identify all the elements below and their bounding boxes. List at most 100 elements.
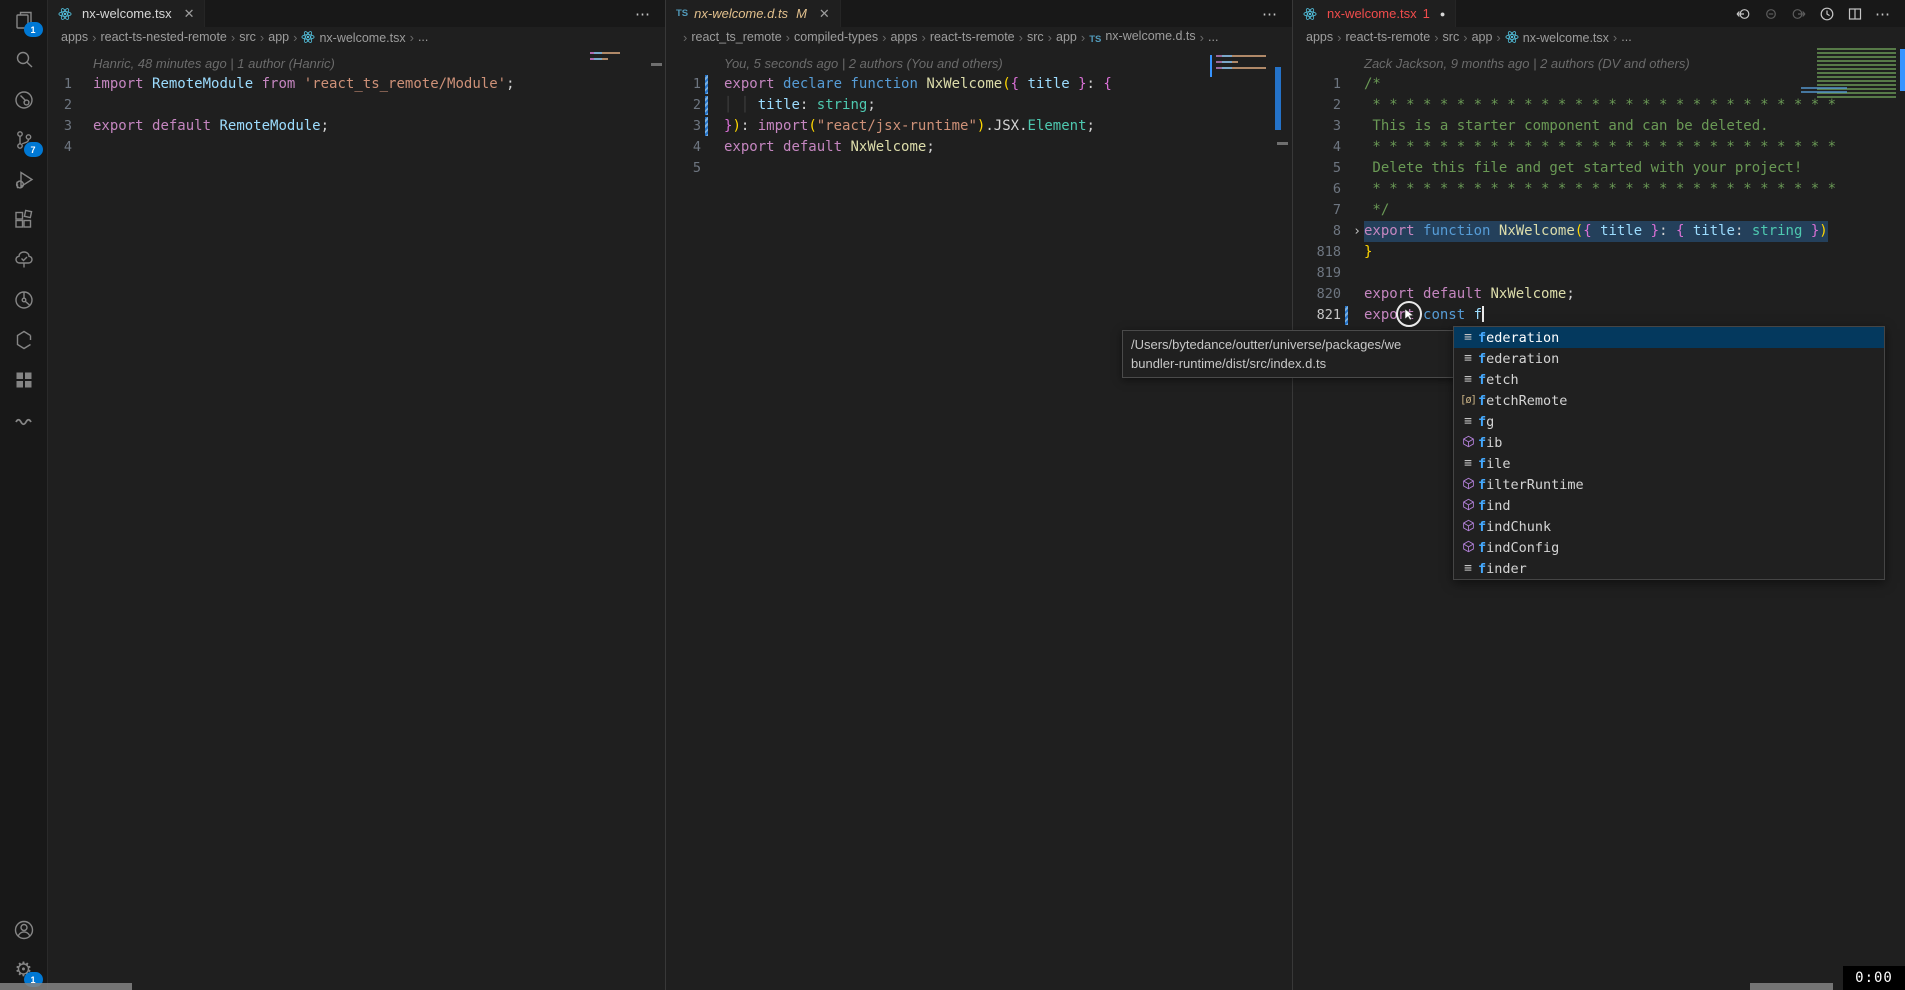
editor[interactable]: Hanric, 48 minutes ago | 1 author (Hanri… (48, 47, 665, 990)
breadcrumb-item[interactable]: apps (1306, 30, 1333, 44)
close-icon[interactable]: ✕ (819, 6, 830, 22)
code-text: This is a starter component and can be d… (1364, 116, 1769, 137)
line-number: 5 (1293, 158, 1341, 179)
breadcrumb-item[interactable]: ... (1208, 30, 1218, 44)
breadcrumb-item[interactable]: nx-welcome.tsx (301, 30, 405, 45)
breadcrumb-separator: › (260, 30, 264, 45)
scrubber-fragment (1750, 983, 1833, 990)
editor[interactable]: You, 5 seconds ago | 2 authors (You and … (666, 47, 1292, 990)
suggest-item[interactable]: fib (1454, 432, 1884, 453)
line-number: 2 (48, 95, 72, 116)
line-number: 2 (1293, 95, 1341, 116)
dirty-dot-icon[interactable]: ● (1440, 9, 1445, 19)
breadcrumb-separator: › (1434, 30, 1438, 45)
breadcrumb-separator: › (683, 30, 687, 45)
squiggle-icon[interactable] (0, 400, 48, 440)
tab-nx-welcome-tsx[interactable]: nx-welcome.tsx ✕ (48, 0, 205, 27)
editor-group-left: nx-welcome.tsx ✕ ⋯ apps › react-ts-nested-… (48, 0, 665, 990)
nav-forward-icon[interactable] (1791, 6, 1807, 22)
explorer-icon[interactable]: 1 (0, 0, 48, 40)
breadcrumb-item[interactable]: app (268, 30, 289, 44)
breadcrumb-item[interactable]: compiled-types (794, 30, 878, 44)
gutter-decorations (72, 95, 93, 116)
breadcrumb-item[interactable]: react-ts-remote (930, 30, 1015, 44)
more-actions-icon[interactable]: ⋯ (635, 5, 651, 23)
suggest-item[interactable]: [ø]fetchRemote (1454, 390, 1884, 411)
suggest-item[interactable]: ≡fg (1454, 411, 1884, 432)
breadcrumb-item[interactable]: src (1443, 30, 1460, 44)
account-icon[interactable] (0, 910, 48, 950)
fold-chevron-icon[interactable]: › (1353, 221, 1361, 242)
breadcrumb-item[interactable]: apps (61, 30, 88, 44)
circle-pin-icon[interactable] (0, 80, 48, 120)
breadcrumb-item[interactable]: app (1472, 30, 1493, 44)
gutter-decorations (1341, 74, 1364, 95)
suggest-label: federation (1478, 351, 1559, 367)
split-editor-icon[interactable] (1847, 6, 1863, 22)
breadcrumb-label: app (1472, 30, 1493, 44)
tab-bar: TS nx-welcome.d.ts M ✕ ⋯ (666, 0, 1292, 27)
code-text: export default RemoteModule; (93, 116, 329, 137)
suggest-item[interactable]: ≡file (1454, 453, 1884, 474)
code-line: 820export default NxWelcome; (1293, 284, 1905, 305)
code-line: 4 (48, 137, 665, 158)
minimap[interactable] (590, 52, 620, 64)
suggest-item[interactable]: find (1454, 495, 1884, 516)
line-number: 820 (1293, 284, 1341, 305)
breadcrumb-item[interactable]: react-ts-nested-remote (100, 30, 226, 44)
breadcrumb-item[interactable]: app (1056, 30, 1077, 44)
breadcrumb: apps›react-ts-remote›src›app›nx-welcome.… (1293, 27, 1905, 47)
suggest-item[interactable]: ≡federation (1454, 348, 1884, 369)
scrollbar-marker (1277, 142, 1288, 145)
more-actions-icon[interactable]: ⋯ (1875, 5, 1891, 23)
suggest-item[interactable]: filterRuntime (1454, 474, 1884, 495)
suggest-label: fib (1478, 435, 1502, 451)
tab-nx-welcome-tsx-errors[interactable]: nx-welcome.tsx 1 ● (1293, 0, 1456, 27)
gutter-decorations (1341, 284, 1364, 305)
recording-timer: 0:00 (1843, 966, 1905, 990)
extensions-icon[interactable] (0, 200, 48, 240)
line-number: 5 (666, 158, 701, 179)
timeline-icon[interactable] (1819, 6, 1835, 22)
code-line: 4export default NxWelcome; (666, 137, 1292, 158)
breadcrumb-separator: › (1496, 30, 1500, 45)
tree-check-icon[interactable] (0, 240, 48, 280)
gutter-decorations (72, 116, 93, 137)
more-actions-icon[interactable]: ⋯ (1262, 5, 1278, 23)
suggest-item[interactable]: ≡federation (1454, 327, 1884, 348)
breadcrumb-item[interactable]: src (1027, 30, 1044, 44)
breadcrumb-separator: › (231, 30, 235, 45)
search-icon[interactable] (0, 40, 48, 80)
breadcrumb-item[interactable]: src (239, 30, 256, 44)
module-suggestion-icon (1458, 537, 1478, 558)
suggest-item[interactable]: ≡finder (1454, 558, 1884, 579)
suggest-item[interactable]: findConfig (1454, 537, 1884, 558)
circle-branch-icon[interactable] (0, 280, 48, 320)
breadcrumb-separator: › (882, 30, 886, 45)
breadcrumb-item[interactable]: react-ts-remote (1345, 30, 1430, 44)
breadcrumb-item[interactable]: TSnx-welcome.d.ts (1089, 29, 1195, 45)
tab-label: nx-welcome.d.ts (694, 6, 788, 21)
breadcrumb-label: nx-welcome.tsx (1523, 31, 1609, 45)
close-icon[interactable]: ✕ (184, 6, 195, 22)
code-text: /* (1364, 74, 1381, 95)
code-text: export default NxWelcome; (724, 137, 935, 158)
tab-nx-welcome-dts[interactable]: TS nx-welcome.d.ts M ✕ (666, 0, 841, 27)
grid-icon[interactable] (0, 360, 48, 400)
breadcrumb-item[interactable]: ... (418, 30, 428, 44)
tab-bar: nx-welcome.tsx ✕ ⋯ (48, 0, 665, 27)
breadcrumb-item[interactable]: ... (1621, 30, 1631, 44)
error-count-badge: 1 (1423, 6, 1430, 21)
suggest-item[interactable]: ≡fetch (1454, 369, 1884, 390)
source-control-icon[interactable]: 7 (0, 120, 48, 160)
nav-circle-icon[interactable] (1763, 6, 1779, 22)
nav-back-icon[interactable] (1735, 6, 1751, 22)
breadcrumb-item[interactable]: apps (890, 30, 917, 44)
minimap[interactable] (1210, 55, 1266, 91)
breadcrumb-item[interactable]: react_ts_remote (691, 30, 781, 44)
breadcrumb-item[interactable]: nx-welcome.tsx (1505, 30, 1609, 45)
run-debug-icon[interactable] (0, 160, 48, 200)
ribbon-icon[interactable] (0, 320, 48, 360)
tooltip-path-line2: bundler-runtime/dist/src/index.d.ts (1131, 354, 1465, 373)
suggest-item[interactable]: findChunk (1454, 516, 1884, 537)
